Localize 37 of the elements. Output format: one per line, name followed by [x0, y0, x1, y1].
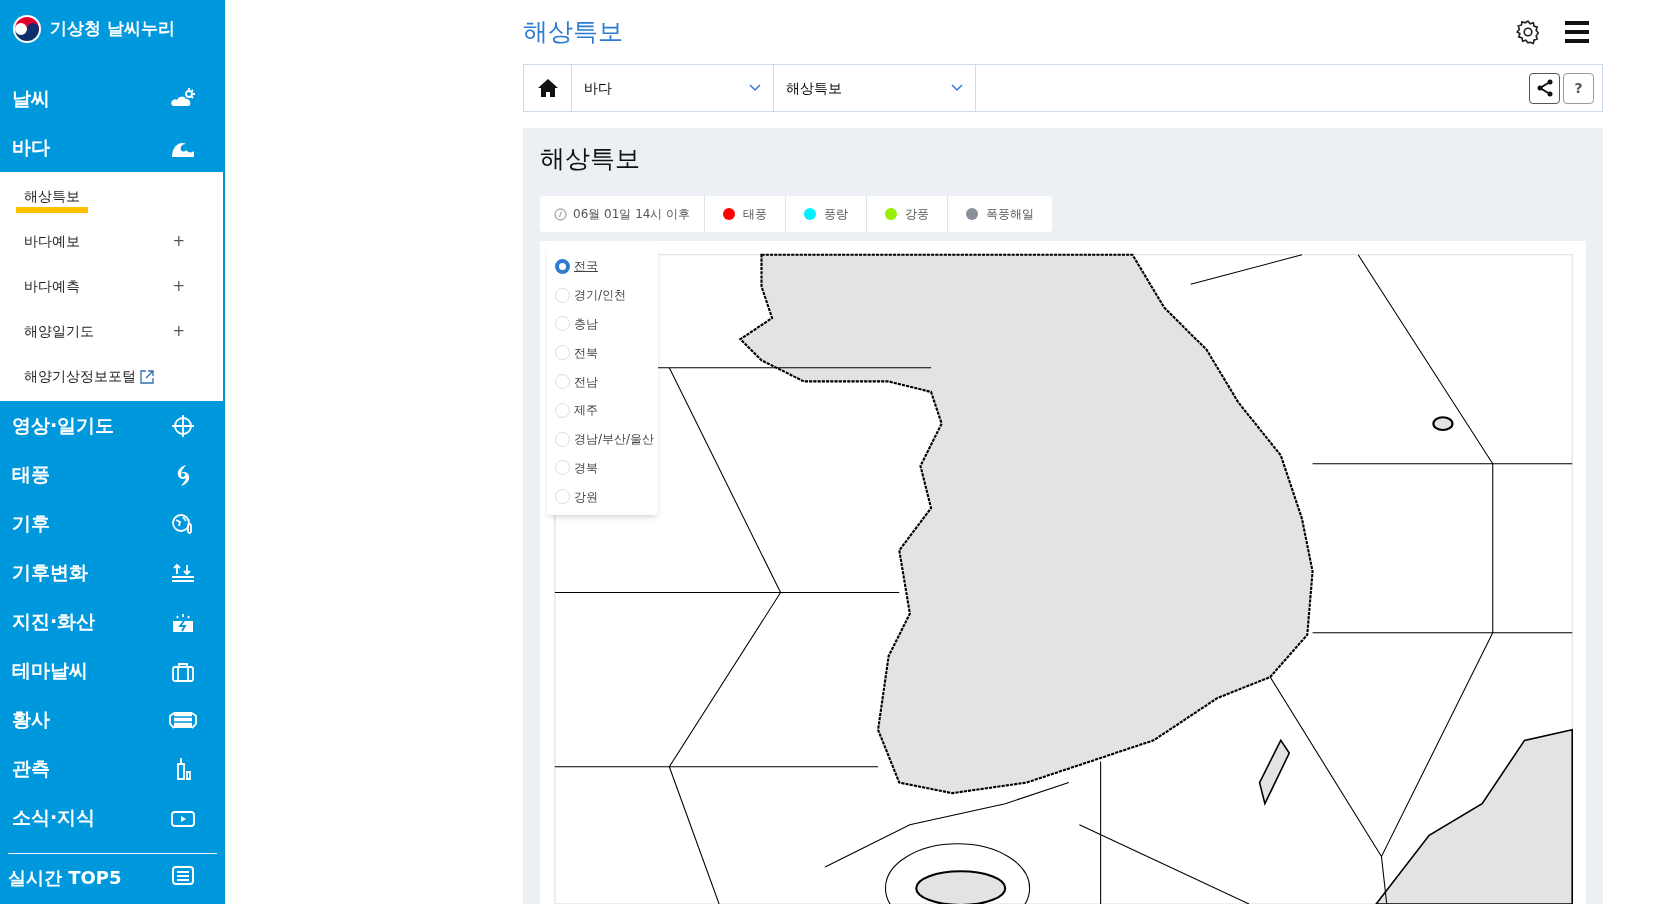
legend-label: 풍랑 — [824, 206, 849, 223]
menu-icon[interactable] — [1565, 21, 1589, 43]
breadcrumb-dropdown[interactable]: 해상특보 — [774, 65, 976, 111]
submenu-item[interactable]: 바다예측 — [24, 276, 80, 297]
share-button[interactable] — [1529, 72, 1560, 104]
region-radio[interactable]: 경남/부산/울산 — [547, 424, 658, 454]
legend-label: 태풍 — [743, 206, 768, 223]
help-button[interactable]: ? — [1563, 72, 1594, 104]
crosshair-icon — [169, 412, 197, 439]
issue-time: 06월 01일 14시 이후 — [573, 206, 691, 223]
legend-label: 강풍 — [905, 206, 930, 223]
share-icon — [1535, 79, 1554, 97]
expand-toggle[interactable]: + — [172, 275, 185, 298]
expand-toggle[interactable]: + — [172, 320, 185, 343]
region-radio[interactable]: 제주 — [547, 396, 658, 425]
submenu-item[interactable]: 해양일기도 — [24, 321, 94, 342]
clock-icon — [554, 207, 567, 221]
panel-title: 해상특보 — [540, 143, 641, 175]
region-radio[interactable]: 전국 — [547, 252, 658, 281]
region-radio[interactable]: 전북 — [547, 338, 658, 368]
external-link-icon — [140, 369, 154, 384]
submenu-item[interactable]: 해양기상정보포털 — [24, 366, 136, 387]
region-radio[interactable]: 강원 — [547, 482, 658, 512]
region-radio[interactable]: 경북 — [547, 453, 658, 483]
chevron-down-icon — [951, 84, 963, 92]
chevron-down-icon — [749, 84, 761, 92]
legend-label: 폭풍해일 — [986, 206, 1035, 223]
home-icon — [537, 79, 558, 97]
expand-toggle[interactable]: + — [172, 230, 185, 253]
submenu-item[interactable]: 바다예보 — [24, 231, 80, 252]
page-title: 해상특보 — [523, 16, 623, 49]
settings-icon[interactable] — [1515, 19, 1541, 45]
region-radio[interactable]: 경기/인천 — [547, 280, 658, 310]
logo-icon — [12, 14, 42, 44]
region-radio[interactable]: 전남 — [547, 367, 658, 396]
region-radio[interactable]: 충남 — [547, 309, 658, 339]
breadcrumb-dropdown[interactable]: 바다 — [572, 65, 774, 111]
